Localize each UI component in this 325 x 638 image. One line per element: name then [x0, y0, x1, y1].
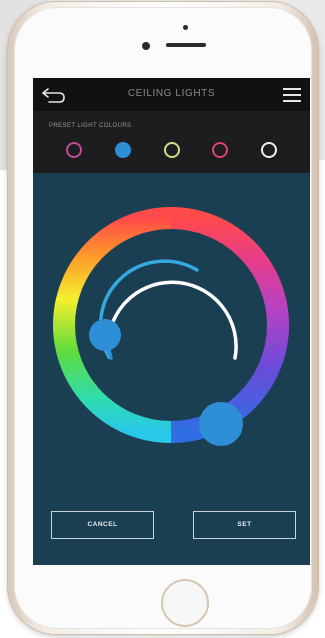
app-title: CEILING LIGHTS [127, 88, 216, 99]
hamburger-menu-icon [283, 88, 301, 102]
cancel-button[interactable]: CANCEL [51, 511, 154, 539]
proximity-sensor [183, 25, 188, 30]
preset-swatch-blue[interactable] [115, 142, 131, 158]
preset-colours-strip: PRESET LIGHT COLOURS [33, 111, 310, 173]
front-camera-icon [142, 42, 150, 50]
preset-swatch-white[interactable] [261, 142, 277, 158]
set-button[interactable]: SET [193, 511, 296, 539]
preset-colours-label: PRESET LIGHT COLOURS [49, 123, 132, 129]
preset-swatch-pink[interactable] [212, 142, 228, 158]
home-button[interactable] [161, 579, 209, 627]
top-bar: CEILING LIGHTS [33, 78, 310, 111]
brightness-knob[interactable] [89, 319, 121, 351]
brightness-track[interactable] [106, 280, 238, 360]
colour-wheel[interactable] [33, 173, 310, 565]
menu-button[interactable] [280, 84, 304, 106]
app-screen: CEILING LIGHTS PRESET LIGHT COLOURS CANC… [33, 78, 310, 565]
preset-swatch-yellow[interactable] [164, 142, 180, 158]
earpiece-speaker [166, 43, 206, 47]
preset-swatch-magenta[interactable] [66, 142, 82, 158]
hue-knob[interactable] [199, 402, 243, 446]
